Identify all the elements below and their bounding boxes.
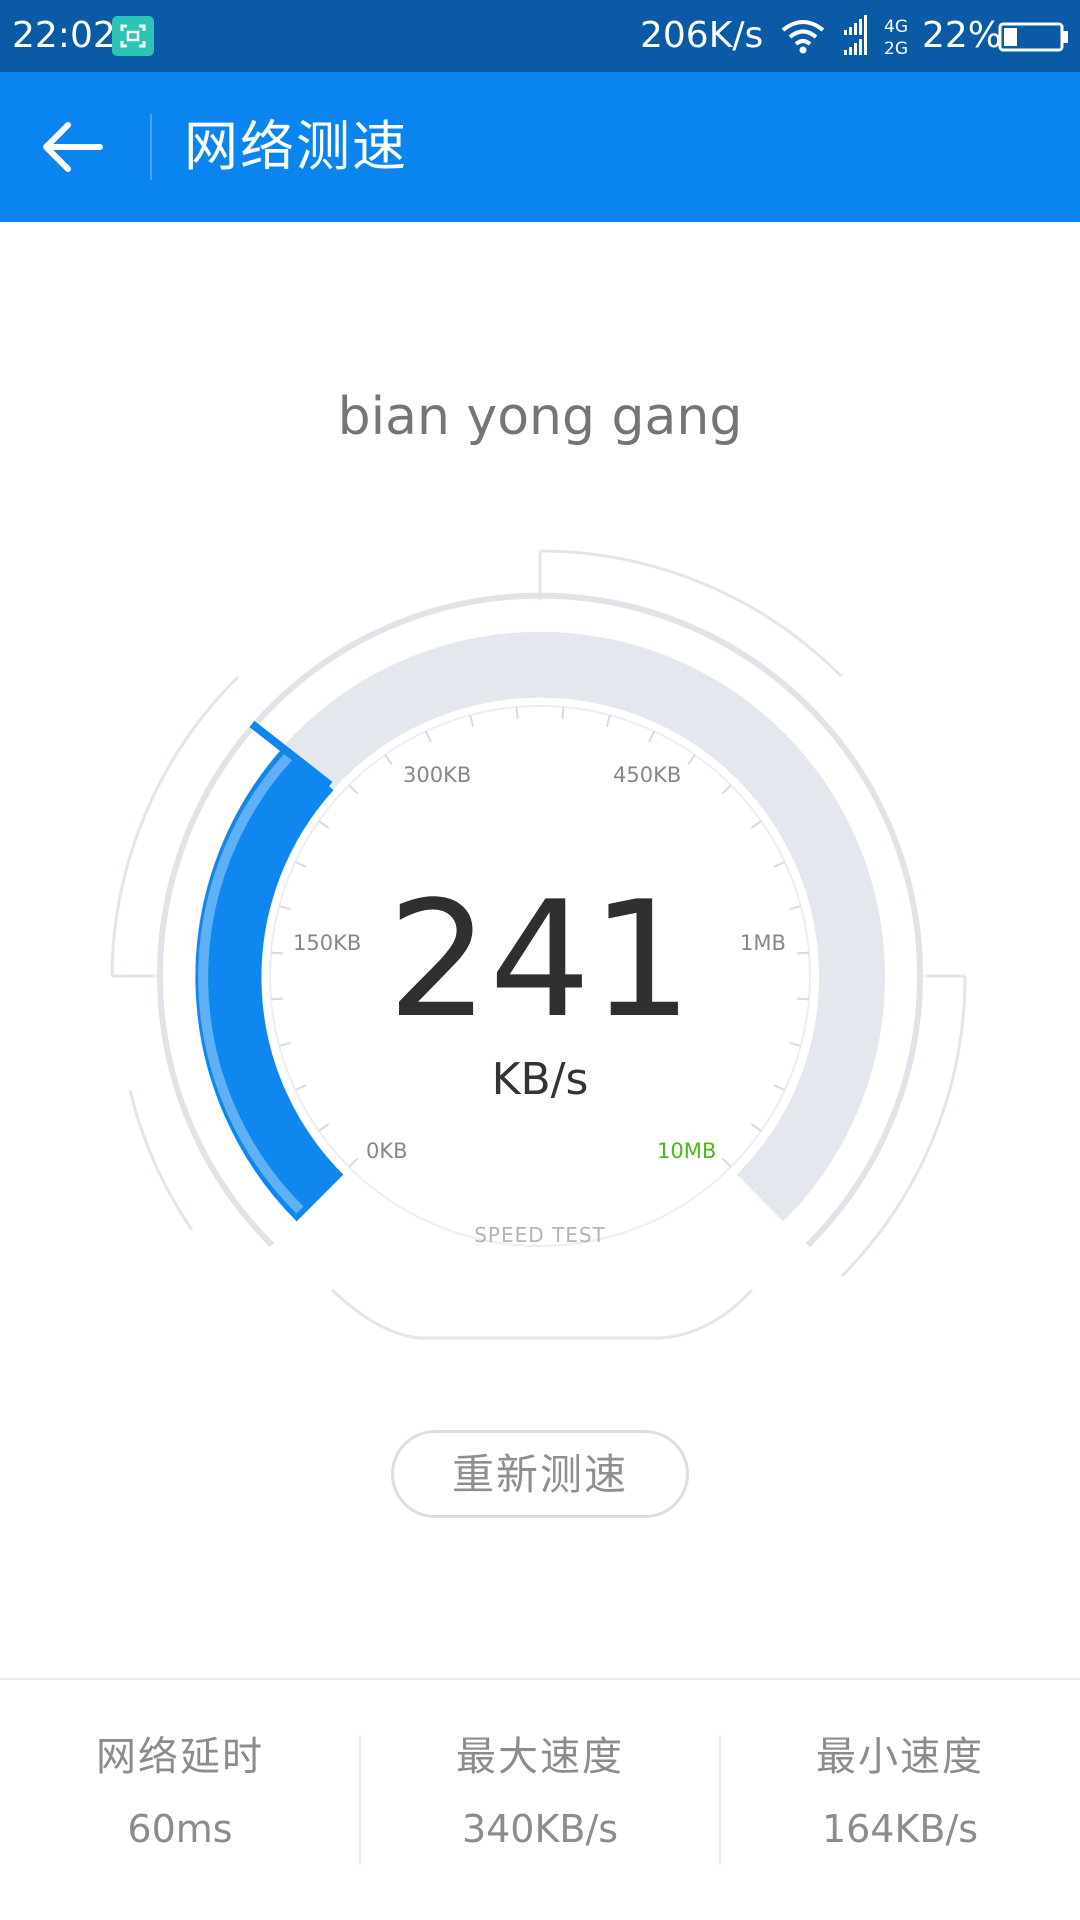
gauge-tick <box>318 1123 330 1132</box>
network-name: bian yong gang <box>337 387 743 447</box>
gauge-tick <box>721 1157 732 1168</box>
gauge-tick <box>788 1041 802 1047</box>
gauge-tick <box>750 820 762 829</box>
tick-label-10mb: 10MB <box>657 1139 717 1163</box>
stat-latency-value: 60ms <box>127 1807 233 1851</box>
tick-label-0kb: 0KB <box>366 1139 408 1163</box>
arrow-left-icon <box>43 122 103 172</box>
status-time: 22:02 <box>12 15 116 56</box>
battery-percentage: 22% <box>922 15 1003 56</box>
gauge-tick <box>515 706 519 720</box>
signal-label-4g: 4G <box>884 17 908 37</box>
gauge-tick <box>294 860 307 868</box>
stat-latency-label: 网络延时 <box>96 1734 264 1780</box>
stat-latency: 网络延时 60ms <box>0 1730 360 1854</box>
gauge-tick <box>648 730 656 743</box>
tick-label-450kb: 450KB <box>613 763 682 787</box>
status-bar: 22:02 206K/s 4G 2G 22% <box>0 0 1080 72</box>
stat-min-speed-label: 最小速度 <box>816 1734 984 1780</box>
back-button[interactable] <box>38 117 106 177</box>
wifi-icon <box>781 20 825 54</box>
current-speed-value: 241 <box>387 866 693 1053</box>
stat-max-speed-label: 最大速度 <box>456 1734 624 1780</box>
gauge-tick <box>348 784 359 795</box>
gauge-tick <box>721 784 732 795</box>
stat-min-speed: 最小速度 164KB/s <box>720 1730 1080 1854</box>
gauge-tick <box>348 1157 359 1168</box>
page-title: 网络测速 <box>184 115 408 178</box>
gauge-tick <box>424 730 432 743</box>
network-speed-indicator: 206K/s <box>640 15 764 56</box>
header-divider <box>150 114 152 180</box>
signal-label-2g: 2G <box>884 39 908 58</box>
gauge-tick <box>773 860 786 868</box>
stat-max-speed: 最大速度 340KB/s <box>360 1730 720 1854</box>
gauge-tick <box>750 1123 762 1132</box>
tick-label-300kb: 300KB <box>403 763 472 787</box>
stat-max-speed-value: 340KB/s <box>461 1807 619 1851</box>
gauge-tick <box>561 706 565 720</box>
screenshot-icon <box>112 16 154 56</box>
gauge-tick <box>318 820 330 829</box>
speed-unit: KB/s <box>491 1054 589 1105</box>
signal-icon: 4G 2G <box>844 15 908 58</box>
speed-test-caption: SPEED TEST <box>474 1223 606 1247</box>
stat-min-speed-value: 164KB/s <box>821 1807 979 1851</box>
stats-divider <box>0 1678 1080 1680</box>
gauge-tick <box>687 754 696 766</box>
app-bar: 网络测速 <box>0 72 1080 222</box>
gauge-tick <box>605 714 611 728</box>
retest-button[interactable]: 重新测速 <box>391 1430 689 1518</box>
gauge-tick <box>384 754 393 766</box>
gauge-tick <box>469 714 475 728</box>
gauge-tick <box>278 1041 292 1047</box>
battery-icon <box>998 22 1068 52</box>
